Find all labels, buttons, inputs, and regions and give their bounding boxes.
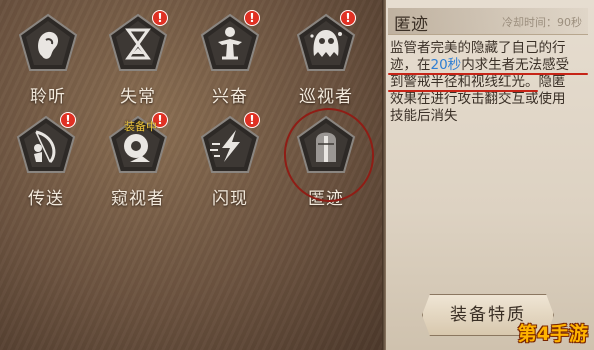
ear-icon bbox=[16, 12, 80, 76]
alert-badge: ! bbox=[60, 112, 76, 128]
alert-badge: ! bbox=[340, 10, 356, 26]
skill-slot-teleport[interactable]: ! 传送 bbox=[6, 112, 86, 220]
skill-label: 传送 bbox=[28, 189, 64, 209]
skill-slot-abnormal[interactable]: ! 失常 bbox=[98, 10, 178, 118]
skill-slot-blink[interactable]: ! 闪现 bbox=[190, 112, 270, 220]
skill-slot-listen[interactable]: 聆听 bbox=[8, 10, 88, 118]
desc-line: 效果在进行攻击翻交互或使用 bbox=[390, 91, 566, 107]
skill-label: 失常 bbox=[120, 87, 156, 107]
red-underline-mark bbox=[388, 73, 588, 75]
detail-title: 匿迹 bbox=[394, 15, 428, 35]
red-underline-mark bbox=[388, 90, 538, 92]
desc-line: 技能后消失 bbox=[390, 108, 458, 124]
cooldown-text: 冷却时间：90秒 bbox=[502, 16, 582, 29]
skill-label: 兴奋 bbox=[212, 87, 248, 107]
skill-detail-panel: 匿迹 冷却时间：90秒 监管者完美的隐藏了自己的行 迹，在20秒内求生者无法感受… bbox=[382, 0, 594, 350]
alert-badge: ! bbox=[152, 10, 168, 26]
site-watermark: 第4手游 bbox=[517, 323, 588, 345]
detail-header: 匿迹 冷却时间：90秒 bbox=[388, 8, 588, 35]
skill-label: 聆听 bbox=[30, 87, 66, 107]
skill-description: 监管者完美的隐藏了自己的行 迹，在20秒内求生者无法感受 到警戒半径和视线红光。… bbox=[390, 40, 588, 125]
alert-badge: ! bbox=[244, 10, 260, 26]
equipped-tag: 装备中 bbox=[124, 120, 157, 133]
alert-badge: ! bbox=[244, 112, 260, 128]
skill-slot-peeper[interactable]: ! 装备中 窥视者 bbox=[98, 112, 178, 220]
skill-label: 窥视者 bbox=[111, 189, 165, 209]
skill-slot-excited[interactable]: ! 兴奋 bbox=[190, 10, 270, 118]
skill-label: 巡视者 bbox=[299, 87, 353, 107]
skill-label: 闪现 bbox=[212, 189, 248, 209]
desc-line: 到警戒半径和视线红光。隐匿 bbox=[390, 74, 566, 90]
skill-slot-patroller[interactable]: ! 巡视者 bbox=[286, 10, 366, 118]
desc-line: 监管者完美的隐藏了自己的行 bbox=[390, 40, 566, 56]
duration-highlight: 20秒 bbox=[430, 57, 462, 73]
desc-line: 迹，在20秒内求生者无法感受 bbox=[390, 57, 570, 73]
